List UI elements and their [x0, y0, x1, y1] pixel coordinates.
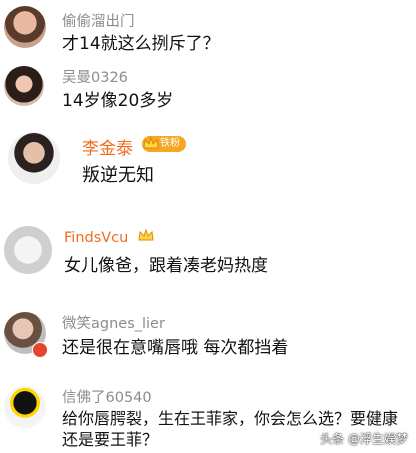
fan-badge-label: 铁粉 — [160, 138, 180, 149]
avatar[interactable] — [4, 226, 52, 274]
comment-username[interactable]: 吴曼0326 — [62, 66, 128, 87]
comment-username[interactable]: 李金泰 — [82, 134, 133, 159]
comment-username[interactable]: 信佛了60540 — [62, 386, 152, 407]
comment-username[interactable]: 微笑agnes_lier — [62, 312, 165, 333]
comment-text: 才14就这么挒斥了？ — [62, 34, 220, 54]
crown-icon — [138, 228, 154, 241]
verified-badge — [32, 342, 48, 358]
avatar[interactable] — [4, 6, 46, 48]
avatar[interactable] — [4, 386, 46, 428]
comment-username[interactable]: 偷偷溜出门 — [62, 10, 135, 31]
fan-badge: 铁粉 — [142, 136, 186, 152]
comment-text: 女儿像爸，跟着凑老妈热度 — [64, 256, 268, 276]
avatar[interactable] — [4, 66, 44, 106]
avatar[interactable] — [8, 132, 60, 184]
comment-item: 微笑agnes_lier 还是很在意嘴唇哦 每次都挡着 — [0, 304, 416, 380]
comment-item: FindsVcu 女儿像爸，跟着凑老妈热度 — [0, 214, 416, 304]
crown-icon — [143, 136, 159, 149]
comment-item: 吴曼0326 14岁像20多岁 — [0, 62, 416, 126]
comment-text: 14岁像20多岁 — [62, 91, 174, 111]
comment-item: 李金泰 铁粉 叛逆无知 — [0, 126, 416, 214]
comment-text: 还是很在意嘴唇哦 每次都挡着 — [62, 338, 289, 358]
comment-item: 偷偷溜出门 才14就这么挒斥了？ — [0, 0, 416, 62]
comment-text: 叛逆无知 — [82, 165, 154, 186]
watermark: 头条 @浮生娱梦 — [320, 432, 408, 446]
comment-username[interactable]: FindsVcu — [64, 230, 128, 246]
